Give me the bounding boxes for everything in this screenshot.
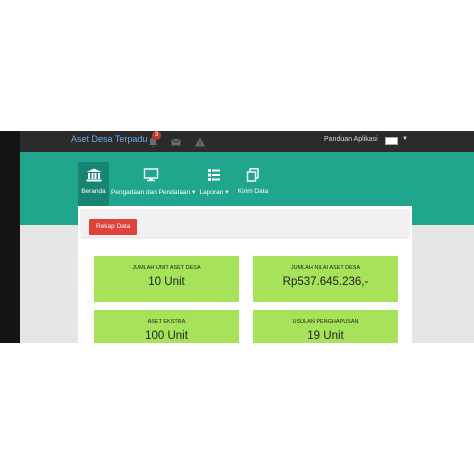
warning-icon[interactable] [194, 135, 206, 147]
envelope-icon[interactable] [170, 135, 182, 147]
menu-label: Laporan ▾ [199, 189, 229, 196]
card-title: ASET EKSTRA [147, 319, 186, 325]
rekap-data-button[interactable]: Rekap Data [89, 219, 138, 235]
caret-down-icon[interactable]: ▼ [402, 136, 408, 142]
app-screen: Aset Desa Terpadu 3 Panduan Aplikasi ▼ B… [0, 131, 474, 343]
language-flag-icon[interactable] [385, 137, 398, 145]
stat-card-unit-aset: JUMLAH UNIT ASET DESA 10 Unit [94, 256, 239, 302]
panel-header: Rekap Data [81, 209, 409, 237]
menu-label: Pengadaan dan Pendataan ▾ [111, 189, 196, 196]
device-bezel [0, 131, 20, 343]
card-value: 19 Unit [307, 330, 344, 342]
notification-badge: 3 [152, 131, 161, 140]
stat-card-nilai-aset: JUMLAH NILAI ASET DESA Rp537.645.236,- [253, 256, 398, 302]
copy-icon [246, 168, 259, 182]
stat-card-aset-ekstra: ASET EKSTRA 100 Unit [94, 310, 239, 343]
card-title: JUMLAH NILAI ASET DESA [290, 265, 361, 271]
bank-icon [86, 168, 101, 182]
list-icon [208, 169, 220, 181]
card-title: USULAN PENGHAPUSAN [292, 319, 359, 325]
stat-card-usulan-penghapusan: USULAN PENGHAPUSAN 19 Unit [253, 310, 398, 343]
card-value: 10 Unit [148, 276, 185, 288]
card-value: 100 Unit [145, 330, 188, 342]
guide-link[interactable]: Panduan Aplikasi [324, 136, 378, 143]
card-title: JUMLAH UNIT ASET DESA [132, 265, 201, 271]
dashboard-panel: Rekap Data JUMLAH UNIT ASET DESA 10 Unit… [78, 206, 412, 343]
top-navbar: Aset Desa Terpadu 3 Panduan Aplikasi ▼ [20, 131, 474, 152]
menu-label: Beranda [81, 188, 106, 195]
monitor-icon [143, 168, 159, 182]
card-value: Rp537.645.236,- [282, 276, 369, 288]
menu-label: Kirim Data [237, 188, 269, 195]
brand-title[interactable]: Aset Desa Terpadu [71, 134, 147, 144]
